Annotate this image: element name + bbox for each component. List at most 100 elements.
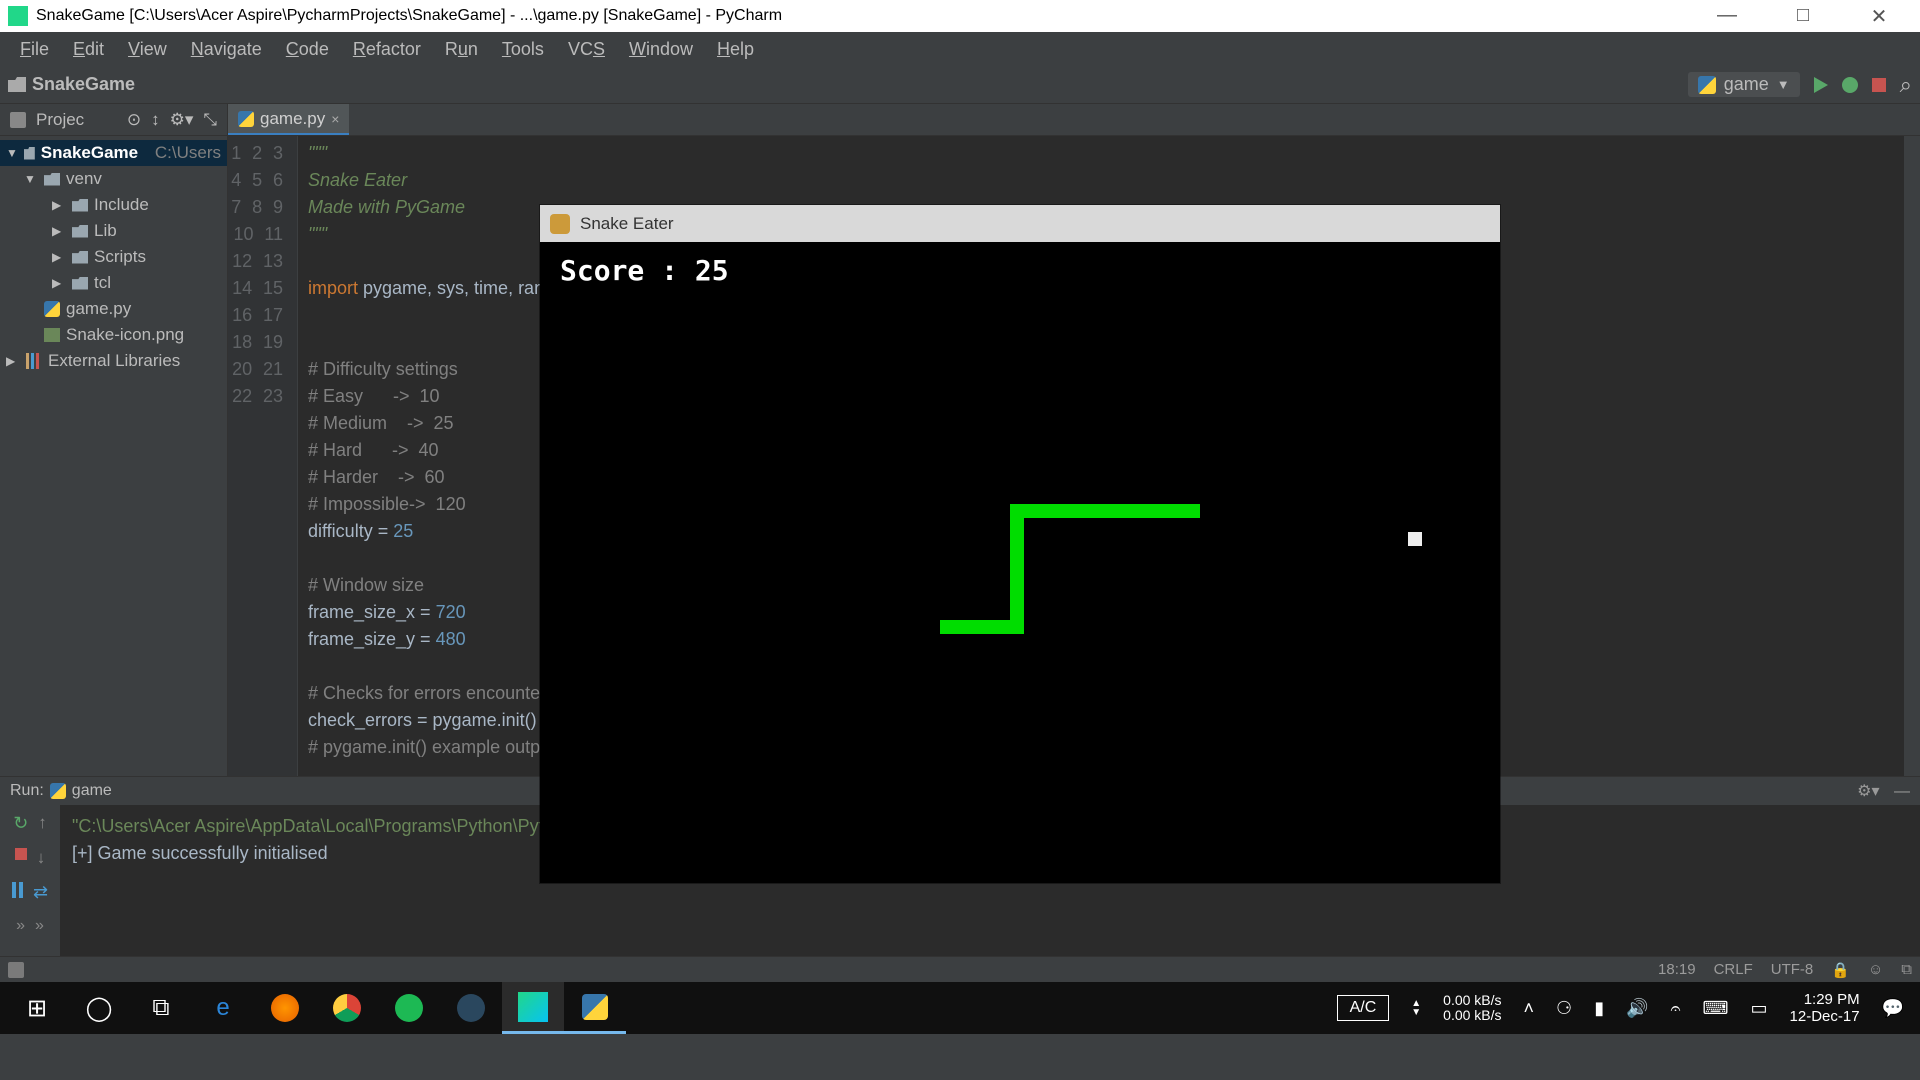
tree-venv[interactable]: ▼ venv — [0, 166, 227, 192]
menu-bar: File Edit View Navigate Code Refactor Ru… — [0, 32, 1920, 66]
chevron-right-icon[interactable]: ▶ — [52, 198, 66, 212]
stack-down-icon[interactable]: ↓ — [37, 848, 46, 868]
inspect-icon[interactable]: ☺ — [1868, 961, 1883, 978]
tab-filename: game.py — [260, 109, 325, 129]
hide-panel-icon[interactable]: — — [1894, 783, 1910, 800]
chevron-right-icon[interactable]: ▶ — [52, 250, 66, 264]
tree-root[interactable]: ▼ SnakeGame C:\Users — [0, 140, 227, 166]
folder-icon — [72, 251, 88, 264]
tree-include[interactable]: ▶ Include — [0, 192, 227, 218]
chevron-down-icon[interactable]: ▼ — [6, 146, 18, 160]
tasks-icon[interactable]: ⧉ — [1901, 961, 1912, 978]
tree-scripts[interactable]: ▶Scripts — [0, 244, 227, 270]
tree-gamepy[interactable]: game.py — [0, 296, 227, 322]
status-encoding[interactable]: UTF-8 — [1771, 961, 1814, 978]
stop-process-button[interactable] — [15, 848, 27, 860]
scroll-icon[interactable]: ↕ — [151, 110, 160, 130]
project-label: Projec — [36, 110, 84, 130]
close-button[interactable]: ✕ — [1856, 4, 1902, 29]
chevron-right-icon[interactable]: ▶ — [52, 224, 66, 238]
folder-icon — [72, 225, 88, 238]
debug-button[interactable] — [1842, 77, 1858, 93]
volume-icon[interactable]: 🔊 — [1626, 998, 1648, 1019]
hide-icon[interactable]: ⤡ — [203, 110, 217, 130]
collapse-icon[interactable]: ⊙ — [127, 110, 141, 130]
pycharm-taskbar-icon[interactable] — [502, 982, 564, 1034]
steam-icon[interactable] — [440, 982, 502, 1034]
action-center-icon[interactable]: 💬 — [1882, 998, 1904, 1019]
breadcrumb-project[interactable]: SnakeGame — [32, 74, 135, 95]
tree-tcl[interactable]: ▶tcl — [0, 270, 227, 296]
tree-item-label: Include — [94, 195, 149, 215]
keyboard-icon[interactable]: ⌨ — [1703, 998, 1729, 1019]
more-run-icon[interactable]: » — [16, 917, 25, 935]
pycharm-logo-icon — [8, 6, 28, 26]
python-icon — [50, 783, 66, 799]
menu-file[interactable]: File — [8, 35, 61, 64]
menu-help[interactable]: Help — [705, 35, 766, 64]
project-tool-header: Projec ⊙ ↕ ⚙▾ ⤡ — [0, 104, 228, 135]
menu-code[interactable]: Code — [274, 35, 341, 64]
firefox-icon[interactable] — [254, 982, 316, 1034]
snake-segment — [1010, 504, 1200, 518]
python-taskbar-icon[interactable] — [564, 982, 626, 1034]
game-canvas[interactable]: Score : 25 — [540, 242, 1500, 883]
start-button[interactable]: ⊞ — [6, 982, 68, 1034]
run-button[interactable] — [1814, 77, 1828, 93]
chevron-down-icon[interactable]: ▼ — [24, 172, 38, 186]
tray-expand-icon[interactable]: ˄ — [1524, 998, 1535, 1019]
menu-navigate[interactable]: Navigate — [179, 35, 274, 64]
track-running-icon[interactable]: ⇄ — [33, 882, 48, 903]
project-view-icon[interactable] — [10, 112, 26, 128]
menu-vcs[interactable]: VCS — [556, 35, 617, 64]
menu-edit[interactable]: Edit — [61, 35, 116, 64]
taskbar-clock[interactable]: 1:29 PM12-Dec-17 — [1790, 991, 1860, 1025]
lock-icon[interactable]: 🔒 — [1831, 961, 1850, 979]
battery-icon[interactable]: ▮ — [1594, 998, 1604, 1019]
taskview-icon[interactable]: ⧉ — [130, 982, 192, 1034]
editor-tab-game[interactable]: game.py × — [228, 104, 349, 135]
line-gutter: 1 2 3 4 5 6 7 8 9 10 11 12 13 14 15 16 1… — [228, 136, 298, 776]
run-config-selector[interactable]: game ▼ — [1688, 72, 1800, 97]
tree-external-libs[interactable]: ▶External Libraries — [0, 348, 227, 374]
tab-close-icon[interactable]: × — [331, 111, 339, 127]
os-titlebar: SnakeGame [C:\Users\Acer Aspire\PycharmP… — [0, 0, 1920, 32]
pause-button[interactable] — [12, 882, 23, 903]
rerun-button[interactable]: ↻ — [13, 813, 28, 834]
search-everywhere-icon[interactable]: ⌕ — [1900, 72, 1912, 98]
more-console-icon[interactable]: » — [35, 917, 44, 935]
pygame-titlebar[interactable]: Snake Eater — [540, 205, 1500, 242]
menu-view[interactable]: View — [116, 35, 179, 64]
ac-indicator[interactable]: A/C — [1337, 995, 1390, 1021]
menu-window[interactable]: Window — [617, 35, 705, 64]
gear-icon[interactable]: ⚙▾ — [1857, 783, 1879, 800]
tree-snakeicon[interactable]: Snake-icon.png — [0, 322, 227, 348]
edge-icon[interactable]: e — [192, 982, 254, 1034]
stop-button[interactable] — [1872, 78, 1886, 92]
screen-icon[interactable]: ▭ — [1751, 998, 1768, 1019]
menu-run[interactable]: Run — [433, 35, 490, 64]
minimize-button[interactable]: — — [1704, 4, 1750, 29]
onedrive-icon[interactable]: 𝄐 — [1671, 998, 1681, 1019]
stack-up-icon[interactable]: ↑ — [38, 813, 47, 834]
snake-app-icon — [550, 214, 570, 234]
cortana-icon[interactable]: ◯ — [68, 982, 130, 1034]
menu-tools[interactable]: Tools — [490, 35, 556, 64]
menu-refactor[interactable]: Refactor — [341, 35, 433, 64]
run-config-name: game — [1724, 74, 1769, 95]
chrome-icon[interactable] — [316, 982, 378, 1034]
maximize-button[interactable]: □ — [1780, 4, 1826, 29]
tree-item-label: game.py — [66, 299, 131, 319]
chevron-right-icon[interactable]: ▶ — [6, 354, 20, 368]
pygame-window: Snake Eater Score : 25 — [540, 205, 1500, 883]
folder-icon — [72, 277, 88, 290]
status-messages-icon[interactable] — [8, 962, 24, 978]
network-speed: 0.00 kB/s0.00 kB/s — [1443, 993, 1501, 1023]
chevron-right-icon[interactable]: ▶ — [52, 276, 66, 290]
wifi-icon[interactable]: ⚆ — [1556, 998, 1572, 1019]
settings-gear-icon[interactable]: ⚙▾ — [170, 110, 194, 130]
project-tree: ▼ SnakeGame C:\Users ▼ venv ▶ Include ▶Li… — [0, 136, 228, 776]
status-line-sep[interactable]: CRLF — [1714, 961, 1753, 978]
tree-lib[interactable]: ▶Lib — [0, 218, 227, 244]
spotify-icon[interactable] — [378, 982, 440, 1034]
